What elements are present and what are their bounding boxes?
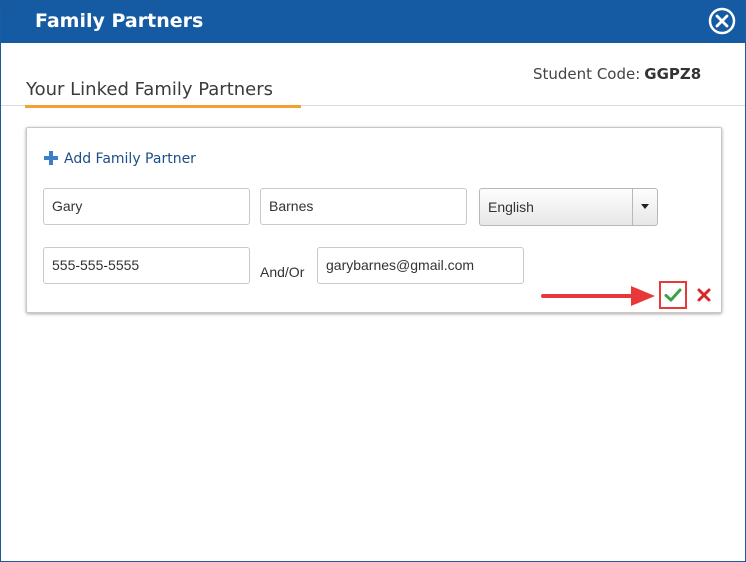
dialog-header: Family Partners bbox=[1, 1, 745, 43]
language-value: English bbox=[488, 199, 534, 215]
email-input[interactable]: garybarnes@gmail.com bbox=[317, 247, 524, 284]
student-code-label: Student Code: bbox=[533, 65, 641, 83]
tab-linked-family-partners[interactable]: Your Linked Family Partners bbox=[26, 79, 273, 100]
and-or-label: And/Or bbox=[260, 264, 305, 280]
close-icon[interactable] bbox=[708, 7, 736, 35]
annotation-arrow-icon bbox=[541, 286, 655, 306]
first-name-input[interactable]: Gary bbox=[43, 188, 250, 225]
plus-icon bbox=[44, 151, 58, 165]
language-select[interactable]: English bbox=[479, 188, 658, 226]
student-code: Student Code: GGPZ8 bbox=[533, 65, 701, 83]
confirm-button[interactable] bbox=[659, 281, 687, 309]
checkmark-icon bbox=[664, 288, 682, 302]
chevron-down-icon bbox=[632, 189, 657, 225]
family-partners-dialog: Family Partners Your Linked Family Partn… bbox=[0, 0, 746, 562]
x-icon bbox=[697, 288, 711, 302]
dialog-title: Family Partners bbox=[35, 10, 204, 32]
add-family-partner-link[interactable]: Add Family Partner bbox=[44, 151, 196, 167]
add-family-partner-label: Add Family Partner bbox=[64, 151, 196, 167]
last-name-input[interactable]: Barnes bbox=[260, 188, 467, 225]
phone-input[interactable]: 555-555-5555 bbox=[43, 247, 250, 284]
student-code-value: GGPZ8 bbox=[644, 65, 702, 83]
cancel-button[interactable] bbox=[692, 283, 716, 307]
active-tab-indicator bbox=[25, 105, 301, 108]
